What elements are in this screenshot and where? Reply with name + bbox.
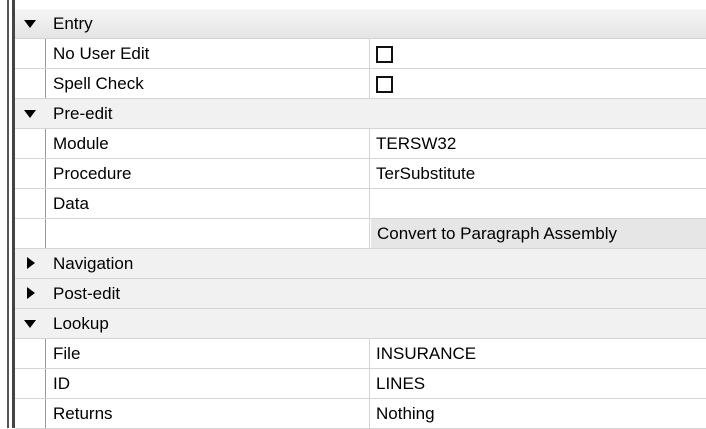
category-label: Pre-edit bbox=[53, 104, 113, 123]
category-entry[interactable]: Entry bbox=[15, 9, 706, 39]
category-label: Lookup bbox=[53, 314, 109, 333]
convert-to-paragraph-assembly-button[interactable]: Convert to Paragraph Assembly bbox=[370, 219, 706, 248]
property-grid: Entry No User Edit Spell Check Pre-edit … bbox=[15, 9, 706, 429]
category-label: Navigation bbox=[53, 254, 134, 273]
spell-check-checkbox[interactable] bbox=[376, 76, 393, 93]
convert-button-label: Convert to Paragraph Assembly bbox=[377, 224, 618, 243]
expand-triangle-icon[interactable] bbox=[27, 287, 35, 299]
category-label: Post-edit bbox=[53, 284, 121, 303]
property-name: Module bbox=[53, 134, 109, 153]
file-value[interactable]: INSURANCE bbox=[376, 339, 476, 368]
window-left-edge bbox=[7, 0, 9, 428]
property-row-id[interactable]: ID LINES bbox=[15, 369, 706, 399]
category-label: Entry bbox=[53, 14, 93, 33]
category-post-edit[interactable]: Post-edit bbox=[15, 279, 706, 309]
property-name: Spell Check bbox=[53, 74, 144, 93]
module-value[interactable]: TERSW32 bbox=[376, 129, 456, 158]
property-row-returns[interactable]: Returns Nothing bbox=[15, 399, 706, 429]
expand-triangle-icon[interactable] bbox=[27, 257, 35, 269]
property-name: ID bbox=[53, 374, 70, 393]
property-row-data[interactable]: Data bbox=[15, 189, 706, 219]
collapse-triangle-icon[interactable] bbox=[24, 20, 36, 28]
property-row-spell-check[interactable]: Spell Check bbox=[15, 69, 706, 99]
property-row-no-user-edit[interactable]: No User Edit bbox=[15, 39, 706, 69]
property-row-file[interactable]: File INSURANCE bbox=[15, 339, 706, 369]
collapse-triangle-icon[interactable] bbox=[24, 110, 36, 118]
property-name: Returns bbox=[53, 404, 113, 423]
property-name: Data bbox=[53, 194, 89, 213]
property-row-procedure[interactable]: Procedure TerSubstitute bbox=[15, 159, 706, 189]
returns-value[interactable]: Nothing bbox=[376, 399, 435, 428]
category-pre-edit[interactable]: Pre-edit bbox=[15, 99, 706, 129]
property-row-convert: Convert to Paragraph Assembly bbox=[15, 219, 706, 249]
no-user-edit-checkbox[interactable] bbox=[376, 46, 393, 63]
property-name: Procedure bbox=[53, 164, 132, 183]
collapse-triangle-icon[interactable] bbox=[24, 320, 36, 328]
property-name: File bbox=[53, 344, 81, 363]
id-value[interactable]: LINES bbox=[376, 369, 425, 398]
procedure-value[interactable]: TerSubstitute bbox=[376, 159, 475, 188]
property-name: No User Edit bbox=[53, 44, 150, 63]
category-navigation[interactable]: Navigation bbox=[15, 249, 706, 279]
category-lookup[interactable]: Lookup bbox=[15, 309, 706, 339]
property-row-module[interactable]: Module TERSW32 bbox=[15, 129, 706, 159]
